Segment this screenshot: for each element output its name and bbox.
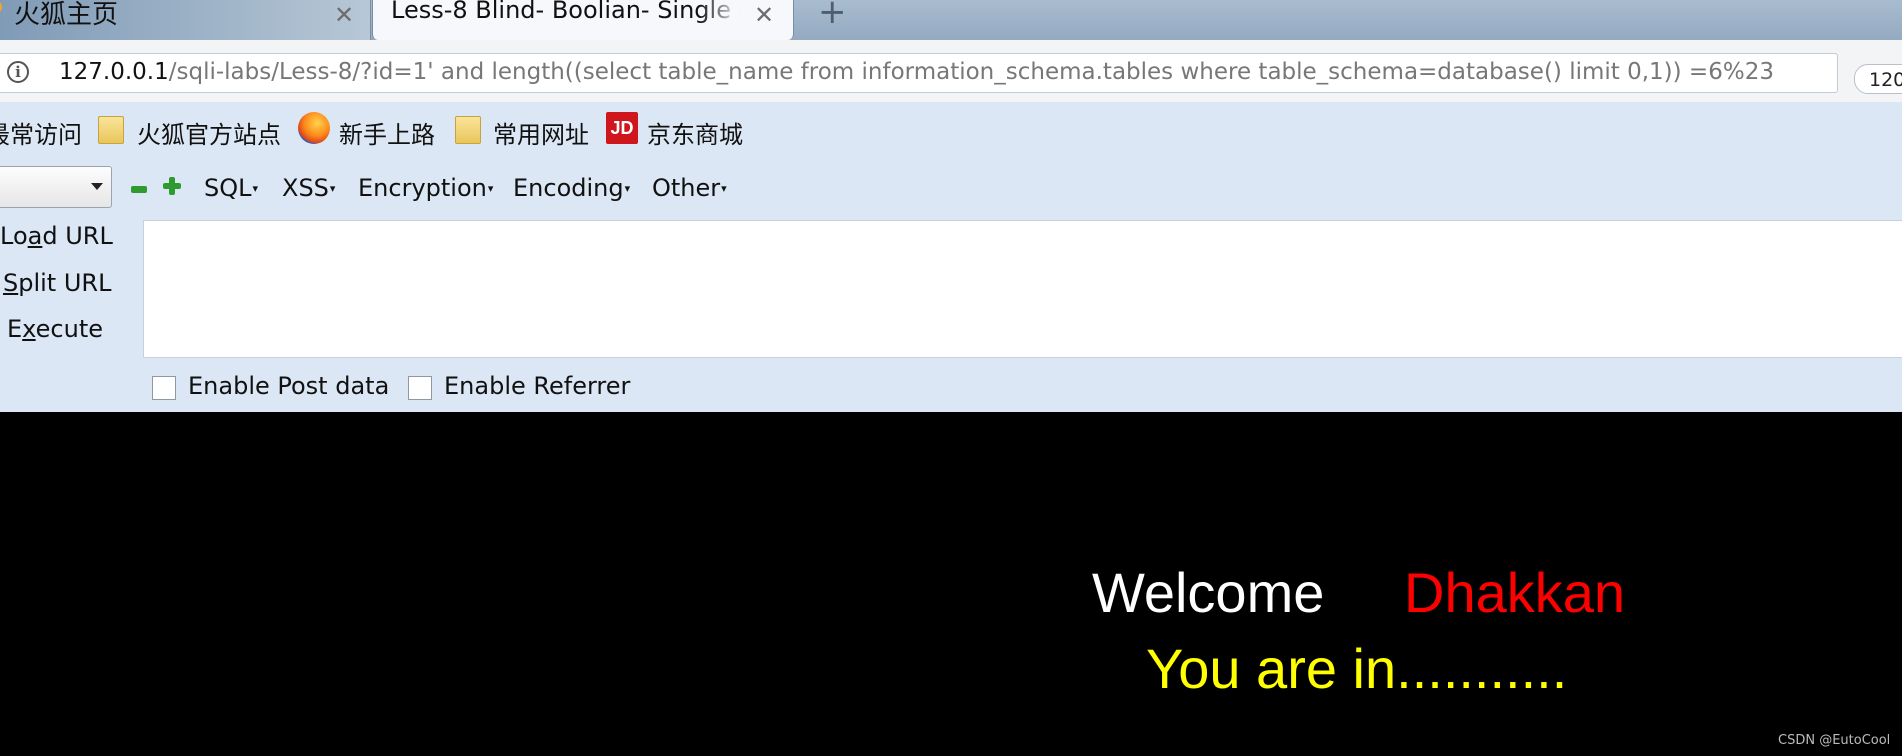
bookmark-firefox-sites[interactable]: 火狐官方站点: [137, 115, 281, 150]
info-icon[interactable]: i: [7, 61, 29, 83]
tab-less8-label: Less-8 Blind- Boolian- Single Q: [391, 0, 741, 24]
chevron-down-icon: [91, 183, 103, 190]
url-text[interactable]: 127.0.0.1/sqli-labs/Less-8/?id=1' and le…: [59, 59, 1774, 85]
jd-icon: JD: [606, 112, 638, 144]
split-url-button[interactable]: Split URL: [3, 269, 111, 297]
execute-label-b: ecute: [35, 315, 103, 343]
enable-referrer-checkbox[interactable]: [408, 376, 432, 400]
menu-encoding[interactable]: Encoding▾: [513, 174, 630, 202]
minus-icon[interactable]: [131, 186, 147, 193]
bookmark-getting-started[interactable]: 新手上路: [339, 115, 435, 150]
caret-icon: ▾: [487, 182, 494, 195]
execute-label-a: E: [7, 315, 23, 343]
caret-icon: ▾: [252, 182, 259, 195]
bookmarks-toolbar: 最常访问 火狐官方站点 新手上路 常用网址 JD 京东商城: [0, 102, 1902, 158]
page-content: Welcome Dhakkan You are in........... CS…: [0, 412, 1902, 756]
firefox-icon: [0, 0, 2, 14]
bookmark-jd[interactable]: 京东商城: [647, 115, 743, 150]
load-url-label-a: Lo: [0, 222, 28, 250]
hackbar-url-textarea[interactable]: [143, 220, 1902, 358]
bookmark-common-sites[interactable]: 常用网址: [493, 115, 589, 150]
menu-other[interactable]: Other▾: [652, 174, 727, 202]
tab-close-icon[interactable]: ✕: [754, 3, 774, 27]
caret-icon: ▾: [721, 182, 727, 195]
folder-icon: [98, 116, 124, 144]
url-path: /sqli-labs/Less-8/?id=1' and length((sel…: [168, 59, 1774, 85]
folder-icon: [455, 116, 481, 144]
bookmark-most-visited[interactable]: 最常访问: [0, 115, 82, 150]
split-url-accesskey: S: [3, 269, 19, 297]
load-url-accesskey: a: [27, 222, 43, 250]
hackbar-panel: SQL▾ XSS▾ Encryption▾ Encoding▾ Other▾ L…: [0, 158, 1902, 413]
tab-close-icon[interactable]: ✕: [334, 3, 354, 27]
new-tab-icon[interactable]: +: [818, 0, 847, 32]
menu-label: XSS: [282, 174, 329, 202]
firefox-icon: [298, 112, 330, 144]
caret-icon: ▾: [624, 182, 631, 195]
tab-less8[interactable]: Less-8 Blind- Boolian- Single Q: [372, 0, 794, 40]
hackbar-select[interactable]: [0, 166, 112, 208]
tab-home[interactable]: 火狐主页: [0, 0, 371, 40]
menu-encryption[interactable]: Encryption▾: [358, 174, 493, 202]
zoom-level-button[interactable]: 120: [1854, 64, 1902, 94]
menu-label: Other: [652, 174, 721, 202]
watermark-text: CSDN @EutoCool: [1778, 733, 1891, 748]
enable-referrer-label: Enable Referrer: [444, 372, 631, 400]
execute-accesskey: x: [22, 315, 36, 343]
menu-label: Encryption: [358, 174, 487, 202]
execute-button[interactable]: Execute: [7, 315, 103, 343]
menu-label: Encoding: [513, 174, 624, 202]
caret-icon: ▾: [329, 182, 336, 195]
enable-post-checkbox[interactable]: [152, 376, 176, 400]
load-url-label-b: d URL: [42, 222, 113, 250]
navigation-bar: i 127.0.0.1/sqli-labs/Less-8/?id=1' and …: [0, 40, 1902, 103]
status-text: You are in...........: [1146, 637, 1568, 700]
plus-icon[interactable]: [163, 177, 181, 195]
menu-xss[interactable]: XSS▾: [282, 174, 335, 202]
tab-home-label: 火狐主页: [14, 0, 119, 30]
load-url-button[interactable]: Load URL: [0, 222, 113, 250]
split-url-label-b: plit URL: [18, 269, 112, 297]
menu-label: SQL: [204, 174, 252, 202]
menu-sql[interactable]: SQL▾: [204, 174, 258, 202]
user-name-text: Dhakkan: [1404, 561, 1626, 624]
url-host: 127.0.0.1: [59, 59, 169, 85]
welcome-text: Welcome: [1092, 561, 1325, 624]
url-bar[interactable]: i 127.0.0.1/sqli-labs/Less-8/?id=1' and …: [0, 53, 1838, 93]
tab-strip: 火狐主页 ✕ Less-8 Blind- Boolian- Single Q ✕…: [0, 0, 1902, 40]
enable-post-label: Enable Post data: [188, 372, 390, 400]
